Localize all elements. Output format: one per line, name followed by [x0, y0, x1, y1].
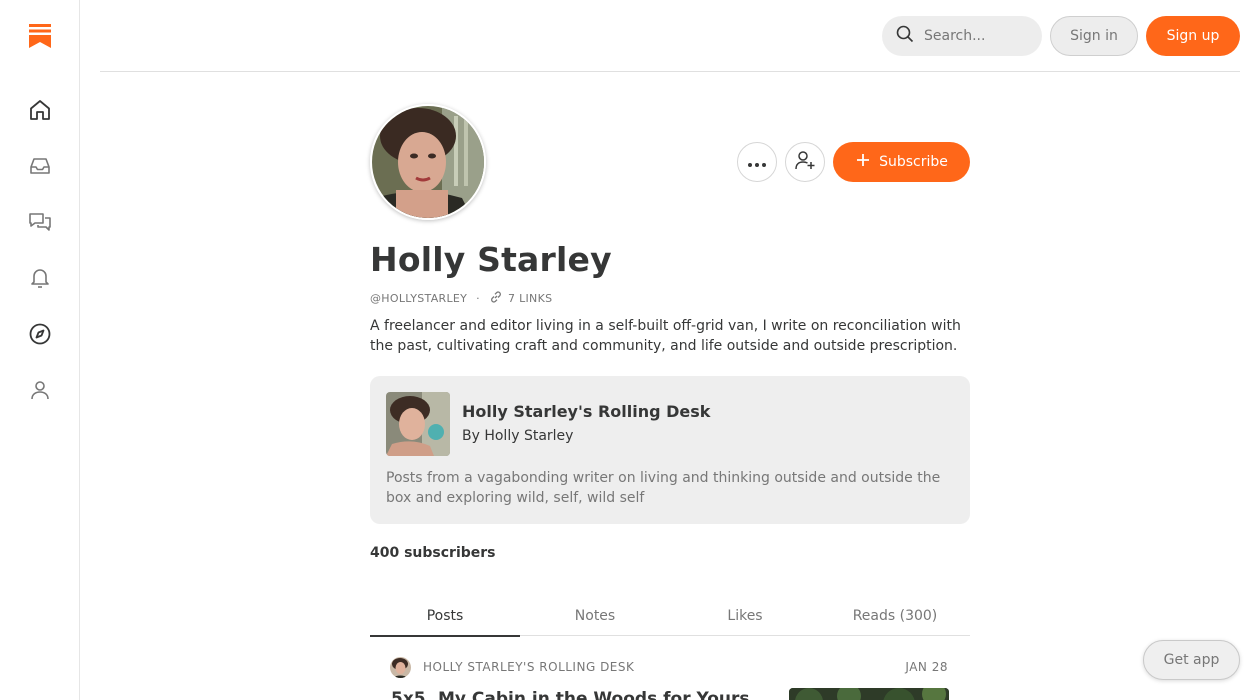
sidebar: [0, 0, 80, 700]
chat-icon: [28, 210, 52, 238]
profile-tabs: Posts Notes Likes Reads (300): [370, 596, 970, 637]
search-box[interactable]: [882, 16, 1042, 56]
profile-meta: @HOLLYSTARLEY · 7 LINKS: [370, 290, 552, 307]
compass-icon: [28, 322, 52, 350]
user-plus-icon: [794, 149, 816, 175]
profile-handle[interactable]: @HOLLYSTARLEY: [370, 292, 467, 305]
search-input[interactable]: [924, 28, 1034, 44]
publication-byline: By Holly Starley: [462, 428, 574, 444]
post-publication-name[interactable]: HOLLY STARLEY'S ROLLING DESK: [423, 660, 634, 674]
follow-button[interactable]: [785, 142, 825, 182]
publication-thumbnail: [386, 392, 450, 456]
meta-separator: ·: [476, 292, 480, 305]
tab-reads[interactable]: Reads (300): [820, 596, 970, 636]
plus-icon: [855, 152, 871, 172]
header-divider: [100, 71, 1240, 72]
publication-card[interactable]: Holly Starley's Rolling Desk By Holly St…: [370, 376, 970, 524]
publication-title[interactable]: Holly Starley's Rolling Desk: [462, 402, 710, 421]
subscriber-count: 400 subscribers: [370, 545, 496, 561]
tab-likes[interactable]: Likes: [670, 596, 820, 636]
links-button[interactable]: 7 LINKS: [489, 290, 552, 307]
user-icon: [28, 378, 52, 406]
avatar: [370, 104, 486, 220]
profile-name: Holly Starley: [370, 240, 612, 279]
more-icon: [747, 153, 767, 172]
search-icon: [896, 25, 914, 47]
subscribe-button[interactable]: Subscribe: [833, 142, 970, 182]
sign-in-button[interactable]: Sign in: [1050, 16, 1138, 56]
post-item[interactable]: HOLLY STARLEY'S ROLLING DESK JAN 28 5x5,…: [390, 656, 950, 700]
post-date: JAN 28: [905, 660, 948, 674]
sidebar-item-home[interactable]: [20, 92, 60, 132]
post-thumbnail[interactable]: [789, 688, 949, 700]
sign-up-button[interactable]: Sign up: [1146, 16, 1240, 56]
subscribe-label: Subscribe: [879, 154, 948, 170]
links-label: 7 LINKS: [507, 292, 553, 305]
bookmark-logo-icon[interactable]: [29, 24, 51, 48]
inbox-icon: [28, 154, 52, 182]
bell-icon: [28, 266, 52, 294]
post-publication-icon: [390, 657, 411, 678]
post-title[interactable]: 5x5, My Cabin in the Woods for Yours: [391, 689, 750, 700]
sidebar-item-profile[interactable]: [20, 372, 60, 412]
profile-bio: A freelancer and editor living in a self…: [370, 318, 961, 354]
more-options-button[interactable]: [737, 142, 777, 182]
sidebar-item-chat[interactable]: [20, 204, 60, 244]
sidebar-item-explore[interactable]: [20, 316, 60, 356]
tab-posts[interactable]: Posts: [370, 596, 520, 637]
sidebar-item-inbox[interactable]: [20, 148, 60, 188]
tab-notes[interactable]: Notes: [520, 596, 670, 636]
publication-description: Posts from a vagabonding writer on livin…: [386, 470, 941, 506]
get-app-button[interactable]: Get app: [1143, 640, 1240, 680]
home-icon: [28, 98, 52, 126]
sidebar-item-notifications[interactable]: [20, 260, 60, 300]
link-icon: [489, 290, 503, 307]
